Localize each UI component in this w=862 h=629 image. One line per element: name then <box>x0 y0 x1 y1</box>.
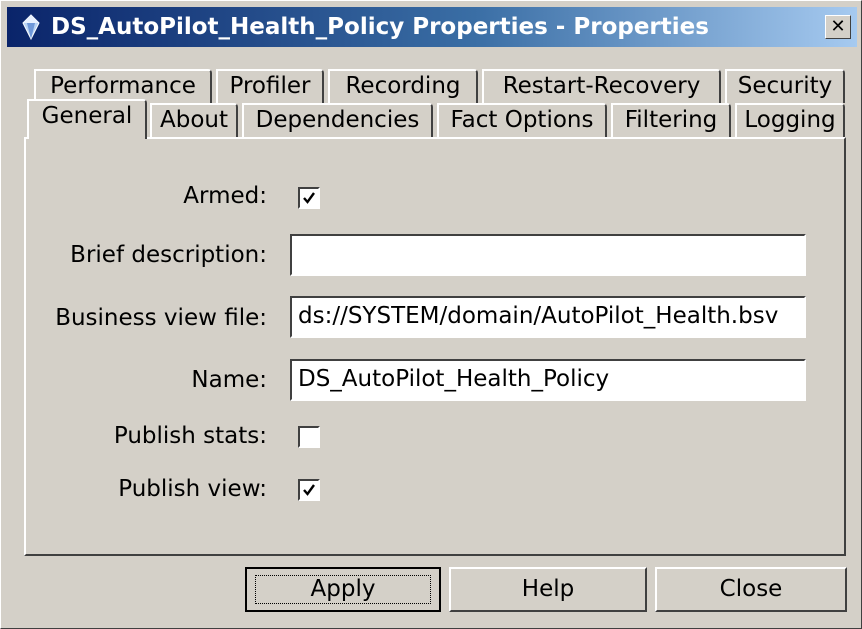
title-bar[interactable]: DS_AutoPilot_Health_Policy Properties - … <box>7 7 857 47</box>
tab-profiler[interactable]: Profiler <box>216 69 324 103</box>
tab-filtering[interactable]: Filtering <box>611 103 731 137</box>
tab-fact-options[interactable]: Fact Options <box>437 103 607 137</box>
publish-stats-label: Publish stats: <box>113 423 267 449</box>
checkmark-icon <box>303 484 315 496</box>
tab-performance[interactable]: Performance <box>34 69 212 103</box>
properties-dialog: DS_AutoPilot_Health_Policy Properties - … <box>0 0 862 629</box>
close-window-button[interactable]: ✕ <box>825 15 851 39</box>
tab-about[interactable]: About <box>150 103 238 137</box>
brief-description-label: Brief description: <box>70 242 267 268</box>
armed-checkbox[interactable] <box>298 187 320 209</box>
tab-label: Recording <box>345 73 461 99</box>
tab-recording[interactable]: Recording <box>328 69 478 103</box>
publish-stats-checkbox[interactable] <box>298 426 320 448</box>
tab-label: General <box>41 103 133 129</box>
tab-label: About <box>159 107 228 133</box>
help-button[interactable]: Help <box>449 567 647 612</box>
apply-button[interactable]: Apply <box>245 567 441 612</box>
tab-label: Security <box>737 73 833 99</box>
tab-label: Filtering <box>624 107 718 133</box>
tab-label: Fact Options <box>450 107 594 133</box>
business-view-file-field[interactable]: ds://SYSTEM/domain/AutoPilot_Health.bsv <box>290 296 806 338</box>
app-gem-icon <box>22 14 40 40</box>
tab-label: Dependencies <box>255 107 420 133</box>
tab-label: Performance <box>50 73 196 99</box>
checkmark-icon <box>303 192 315 204</box>
close-button[interactable]: Close <box>655 567 847 612</box>
business-view-file-label: Business view file: <box>55 305 267 331</box>
armed-label: Armed: <box>183 183 267 209</box>
tab-label: Profiler <box>229 73 311 99</box>
tab-label: Restart-Recovery <box>502 73 701 99</box>
tab-general[interactable]: General <box>27 99 147 139</box>
brief-description-field[interactable] <box>290 234 806 276</box>
window-title: DS_AutoPilot_Health_Policy Properties - … <box>51 14 709 40</box>
tab-label: Logging <box>744 107 836 133</box>
apply-label: Apply <box>255 575 431 604</box>
tab-security[interactable]: Security <box>725 69 845 103</box>
tab-dependencies[interactable]: Dependencies <box>242 103 433 137</box>
tab-restart-recovery[interactable]: Restart-Recovery <box>482 69 721 103</box>
tab-logging[interactable]: Logging <box>735 103 845 137</box>
name-label: Name: <box>191 367 267 393</box>
name-field[interactable]: DS_AutoPilot_Health_Policy <box>290 359 806 401</box>
publish-view-checkbox[interactable] <box>298 479 320 501</box>
close-icon: ✕ <box>830 16 846 37</box>
publish-view-label: Publish view: <box>118 476 267 502</box>
